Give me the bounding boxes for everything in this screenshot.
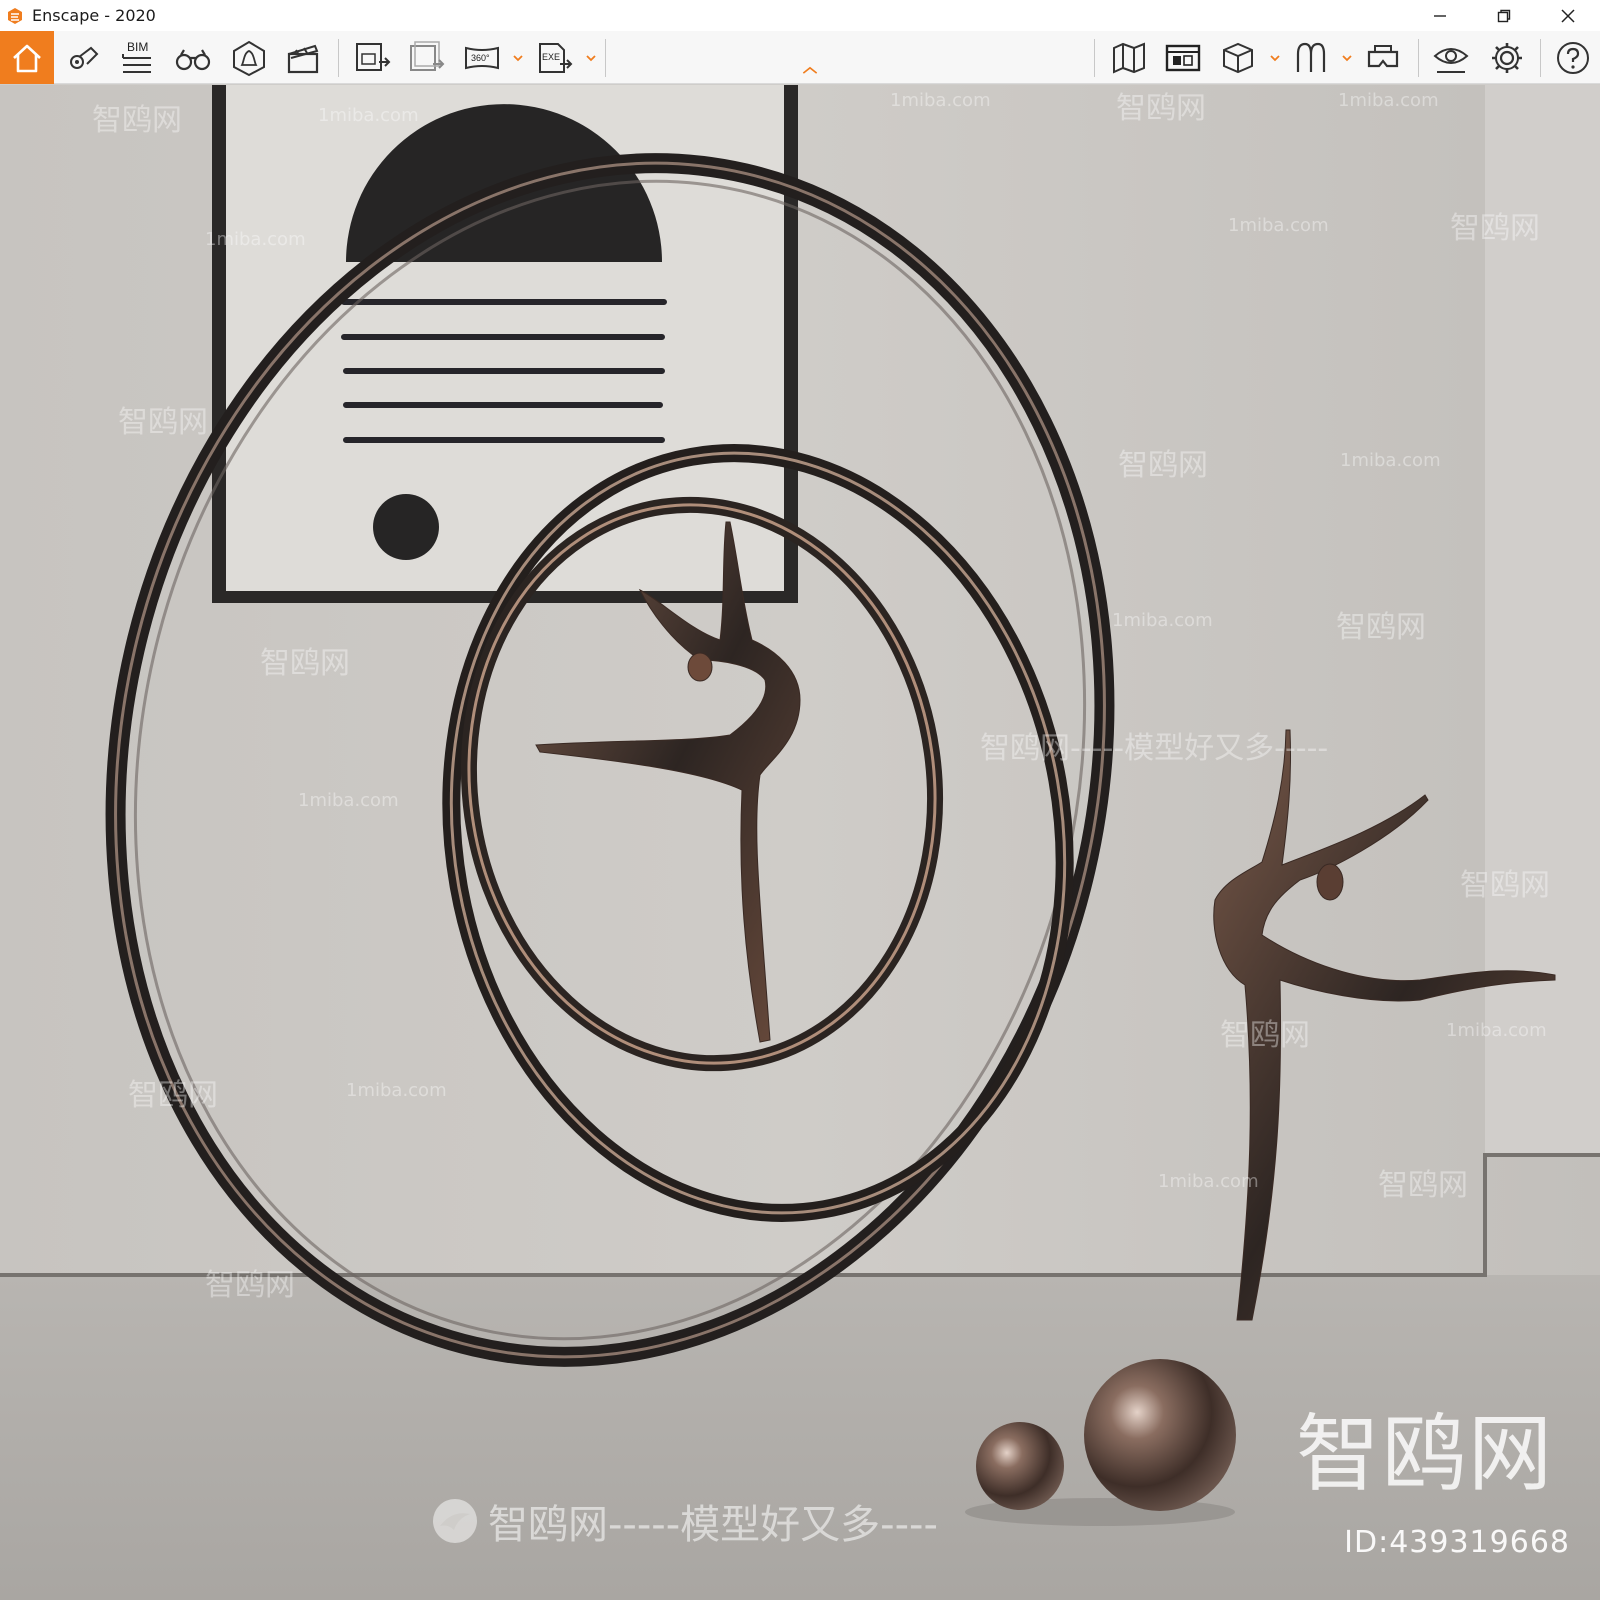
brand-watermark-small: 智鸥网 — [1336, 610, 1426, 645]
brand-watermark: 智鸥网 — [1295, 1405, 1554, 1503]
window-controls — [1408, 0, 1600, 31]
material-editor-button[interactable] — [1284, 31, 1338, 84]
site-watermark: 1miba.com — [1340, 450, 1441, 471]
enscape-toolbar: BIM 360° EXE — [0, 31, 1600, 84]
site-watermark: 1miba.com — [298, 790, 399, 811]
bim-button[interactable]: BIM — [110, 31, 164, 84]
site-watermark: 1miba.com — [346, 1080, 447, 1101]
help-icon — [1557, 41, 1589, 74]
gear-icon — [1492, 42, 1522, 73]
brand-watermark-small: 智鸥网 — [260, 646, 350, 681]
site-watermark: 1miba.com — [1158, 1171, 1259, 1192]
warning-bell-icon — [233, 40, 265, 76]
chevron-down-icon — [513, 54, 523, 61]
clapperboard-icon — [287, 44, 319, 73]
bird-logo-icon — [433, 1499, 477, 1543]
binoculars-button[interactable] — [166, 31, 220, 84]
brand-watermark-small: 智鸥网 — [205, 1268, 295, 1303]
brand-watermark-small: 智鸥网 — [128, 1078, 218, 1113]
export-exe-label: EXE — [542, 52, 560, 62]
close-icon — [1561, 8, 1575, 23]
site-watermark: 1miba.com — [318, 105, 419, 126]
collapse-toolbar-button[interactable] — [802, 31, 818, 84]
slogan-text: 智鸥网-----模型好又多---- — [488, 1502, 938, 1548]
model-id-watermark: ID:439319668 — [1344, 1525, 1570, 1560]
site-watermark: 1miba.com — [1446, 1020, 1547, 1041]
panorama-360-label: 360° — [471, 53, 490, 63]
panorama-button[interactable]: 360° — [456, 31, 510, 84]
view-mode-button[interactable] — [1210, 31, 1264, 84]
chevron-down-icon — [1270, 54, 1280, 61]
export-exe-icon: EXE — [539, 42, 573, 73]
visual-settings-button[interactable] — [1424, 31, 1478, 84]
asset-library-button[interactable] — [1156, 31, 1210, 84]
material-dropdown[interactable] — [1340, 31, 1354, 84]
brand-watermark-small: 智鸥网 — [1116, 91, 1206, 126]
restore-icon — [1497, 9, 1511, 22]
export-image-icon — [356, 42, 391, 71]
help-button[interactable] — [1546, 31, 1600, 84]
view-mode-dropdown[interactable] — [1268, 31, 1282, 84]
export-dropdown[interactable] — [584, 31, 598, 84]
map-icon — [1113, 42, 1145, 74]
location-pin-icon — [70, 46, 99, 69]
panorama-360-icon: 360° — [465, 46, 499, 69]
site-watermark: 1miba.com — [1338, 90, 1439, 111]
asset-library-icon — [1165, 44, 1201, 71]
batch-render-button[interactable] — [400, 31, 454, 84]
tagline-watermark: 智鸥网-----模型好又多----- — [980, 731, 1329, 766]
brand-watermark-small: 智鸥网 — [1220, 1018, 1310, 1053]
cube-view-icon — [1223, 42, 1253, 73]
issues-button[interactable] — [222, 31, 276, 84]
material-editor-icon — [1296, 42, 1326, 72]
slogan-watermark: 智鸥网-----模型好又多---- — [430, 1492, 938, 1550]
video-editor-button[interactable] — [276, 31, 330, 84]
restore-button[interactable] — [1472, 0, 1536, 31]
brand-watermark-small: 智鸥网 — [1460, 868, 1550, 903]
panorama-dropdown[interactable] — [511, 31, 525, 84]
site-watermark: 1miba.com — [1112, 610, 1213, 631]
minimize-icon — [1434, 14, 1446, 17]
brand-watermark-small: 智鸥网 — [92, 103, 182, 138]
chevron-down-icon — [586, 54, 596, 61]
title-bar: Enscape - 2020 — [0, 0, 1600, 31]
brand-watermark-small: 智鸥网 — [118, 405, 208, 440]
rendered-scene — [0, 85, 1600, 1600]
site-watermark: 1miba.com — [890, 90, 991, 111]
vr-button[interactable] — [1356, 31, 1410, 84]
export-exe-button[interactable]: EXE — [527, 31, 581, 84]
render-viewport[interactable]: 1miba.com 1miba.com 1miba.com 1miba.com … — [0, 85, 1600, 1600]
vr-headset-icon — [1367, 44, 1399, 67]
window-title: Enscape - 2020 — [32, 6, 156, 25]
bim-icon: BIM — [122, 40, 151, 73]
home-button[interactable] — [0, 31, 54, 84]
views-button[interactable] — [56, 31, 110, 84]
settings-button[interactable] — [1480, 31, 1534, 84]
enscape-logo-icon — [6, 7, 24, 25]
minimize-button[interactable] — [1408, 0, 1472, 31]
visual-settings-icon — [1433, 47, 1469, 73]
binoculars-icon — [175, 48, 211, 70]
map-button[interactable] — [1102, 31, 1156, 84]
brand-watermark-small: 智鸥网 — [1450, 211, 1540, 246]
home-icon — [13, 44, 41, 72]
site-watermark: 1miba.com — [205, 229, 306, 250]
chevron-up-icon — [802, 66, 818, 74]
bim-label: BIM — [127, 40, 148, 54]
site-watermark: 1miba.com — [1228, 215, 1329, 236]
brand-watermark-small: 智鸥网 — [1118, 448, 1208, 483]
batch-render-icon — [410, 40, 445, 71]
chevron-down-icon — [1342, 54, 1352, 61]
screenshot-button[interactable] — [346, 31, 400, 84]
close-button[interactable] — [1536, 0, 1600, 31]
brand-watermark-small: 智鸥网 — [1378, 1168, 1468, 1203]
